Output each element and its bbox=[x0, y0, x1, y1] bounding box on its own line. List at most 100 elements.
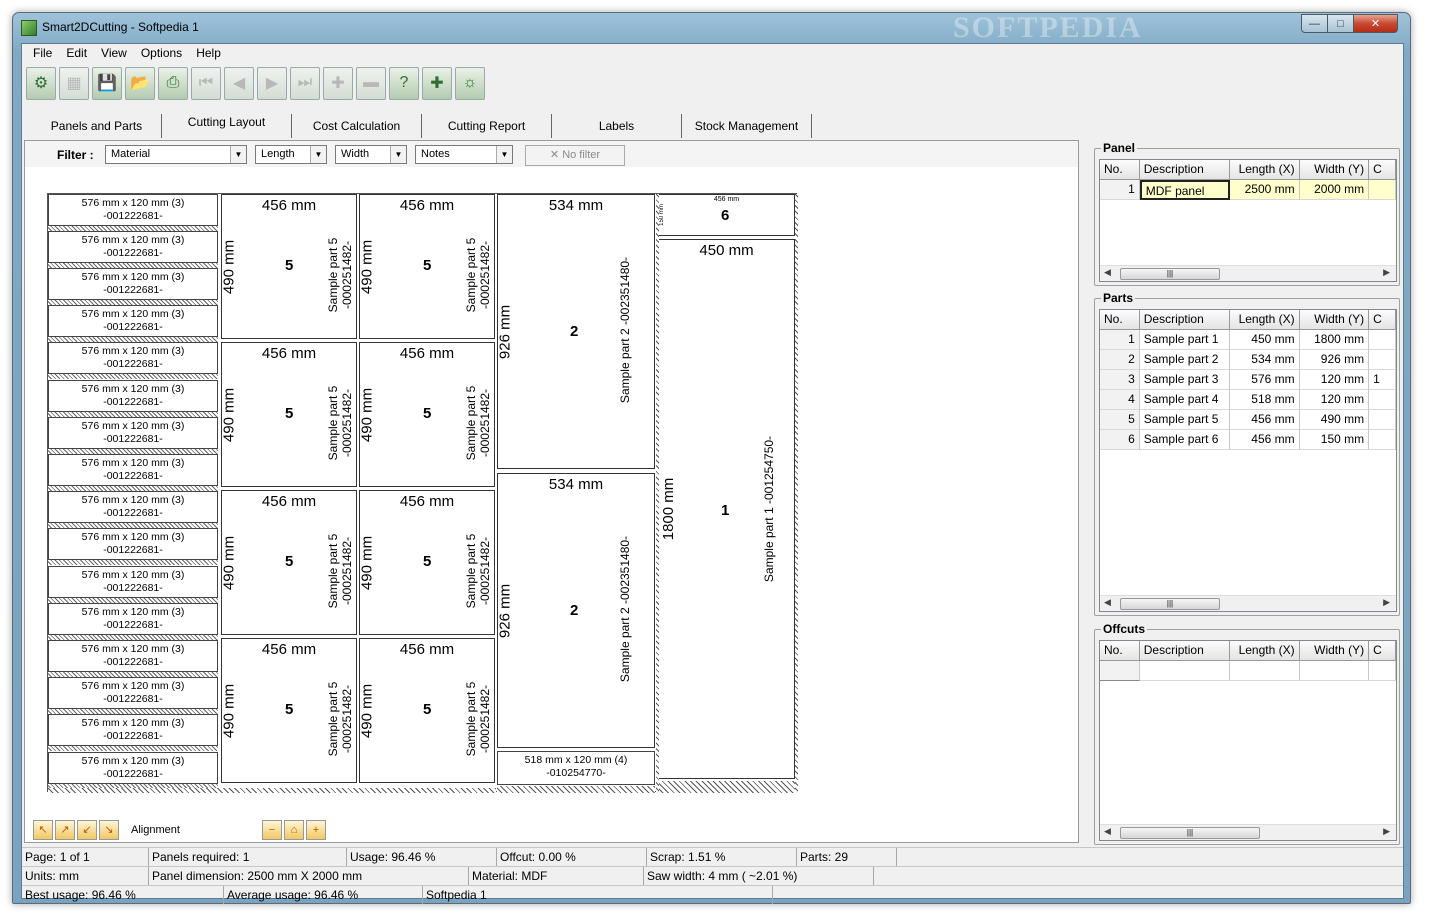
scroll-left-icon[interactable]: ◀ bbox=[1104, 826, 1111, 837]
table-cell[interactable]: 2 bbox=[1100, 350, 1140, 370]
table-cell[interactable]: 120 mm bbox=[1299, 390, 1370, 410]
table-cell[interactable]: Sample part 1 bbox=[1139, 330, 1231, 350]
no-filter-button[interactable]: ✕ No filter bbox=[525, 145, 625, 166]
dropdown-arrow-icon[interactable]: ▼ bbox=[390, 146, 406, 163]
part-3-strip[interactable]: 576 mm x 120 mm (3) -001222681- bbox=[48, 305, 218, 337]
panel-table[interactable]: No. Description Length (X) Width (Y) C 1 MDF p… bbox=[1099, 159, 1397, 282]
align-left-icon[interactable]: ↖ bbox=[33, 820, 53, 840]
horizontal-scrollbar[interactable]: ◀ ||| ▶ bbox=[1100, 595, 1396, 611]
align-top-icon[interactable]: ↙ bbox=[77, 820, 97, 840]
part-3-strip[interactable]: 576 mm x 120 mm (3) -001222681- bbox=[48, 640, 218, 672]
column-header[interactable]: No. bbox=[1100, 310, 1140, 330]
print-icon[interactable]: ⎙ bbox=[158, 66, 188, 100]
table-row[interactable]: 6 Sample part 6 456 mm 150 mm bbox=[1100, 430, 1396, 450]
parts-table[interactable]: No. Description Length (X) Width (Y) C 1 Sampl… bbox=[1099, 309, 1397, 612]
first-page-icon[interactable]: ⏮ bbox=[191, 66, 221, 100]
scroll-right-icon[interactable]: ▶ bbox=[1383, 826, 1390, 837]
horizontal-scrollbar[interactable]: ◀ ||| ▶ bbox=[1100, 265, 1396, 281]
column-header[interactable]: Description bbox=[1139, 641, 1231, 661]
horizontal-scrollbar[interactable]: ◀ ||| ▶ bbox=[1100, 824, 1396, 840]
part-6-block[interactable]: 456 mm 150 mm 6 bbox=[658, 194, 795, 236]
part-3-strip[interactable]: 576 mm x 120 mm (3) -001222681- bbox=[48, 231, 218, 263]
part-3-strip[interactable]: 576 mm x 120 mm (3) -001222681- bbox=[48, 677, 218, 709]
title-bar[interactable]: Smart2DCutting - Softpedia 1 SOFTPEDIA —… bbox=[13, 11, 1410, 44]
column-header[interactable]: Description bbox=[1139, 310, 1231, 330]
zoom-out-icon[interactable]: − bbox=[261, 820, 282, 840]
align-right-icon[interactable]: ↗ bbox=[55, 820, 75, 840]
part-3-strip[interactable]: 576 mm x 120 mm (3) -001222681- bbox=[48, 417, 218, 449]
scroll-right-icon[interactable]: ▶ bbox=[1383, 597, 1390, 608]
table-row[interactable]: 5 Sample part 5 456 mm 490 mm bbox=[1100, 410, 1396, 430]
part-3-strip[interactable]: 576 mm x 120 mm (3) -001222681- bbox=[48, 714, 218, 746]
table-cell[interactable]: 926 mm bbox=[1299, 350, 1370, 370]
last-page-icon[interactable]: ⏭ bbox=[290, 66, 320, 100]
about-icon[interactable]: ☼ bbox=[455, 66, 485, 100]
part-3-strip[interactable]: 576 mm x 120 mm (3) -001222681- bbox=[48, 380, 218, 412]
previous-page-icon[interactable]: ◀ bbox=[224, 66, 254, 100]
zoom-in-icon[interactable]: + bbox=[305, 820, 326, 840]
column-header[interactable]: C bbox=[1369, 160, 1396, 180]
table-cell[interactable]: 3 bbox=[1100, 370, 1140, 390]
align-bottom-icon[interactable]: ↘ bbox=[99, 820, 119, 840]
part-3-strip[interactable]: 576 mm x 120 mm (3) -001222681- bbox=[48, 528, 218, 560]
part-5-block[interactable]: 456 mm 490 mm 5 Sample part 5 -000251482- bbox=[221, 490, 357, 635]
table-cell[interactable]: 456 mm bbox=[1230, 410, 1300, 430]
part-5-block[interactable]: 456 mm 490 mm 5 Sample part 5 -000251482- bbox=[221, 638, 357, 783]
help-icon[interactable]: ? bbox=[389, 66, 419, 100]
table-cell[interactable]: 490 mm bbox=[1299, 410, 1370, 430]
table-cell[interactable]: 534 mm bbox=[1230, 350, 1300, 370]
column-header[interactable]: Width (Y) bbox=[1299, 641, 1370, 661]
table-row[interactable]: 1 MDF panel 2500 mm 2000 mm bbox=[1100, 180, 1396, 200]
scroll-right-icon[interactable]: ▶ bbox=[1383, 267, 1390, 278]
tab-cutting-report[interactable]: Cutting Report bbox=[422, 114, 552, 138]
scroll-thumb[interactable]: ||| bbox=[1120, 598, 1220, 610]
column-header[interactable]: C bbox=[1369, 310, 1396, 330]
length-filter-select[interactable]: Length ▼ bbox=[255, 145, 327, 164]
next-page-icon[interactable]: ▶ bbox=[257, 66, 287, 100]
part-5-block[interactable]: 456 mm 490 mm 5 Sample part 5 -000251482- bbox=[221, 194, 357, 339]
table-cell[interactable] bbox=[1139, 661, 1231, 681]
fit-view-icon[interactable]: ⌂ bbox=[283, 820, 304, 840]
minimize-button[interactable]: — bbox=[1301, 14, 1328, 33]
table-cell[interactable]: 450 mm bbox=[1230, 330, 1300, 350]
part-5-block[interactable]: 456 mm 490 mm 5 Sample part 5 -000251482- bbox=[359, 342, 495, 487]
table-cell[interactable] bbox=[1369, 350, 1396, 370]
part-3-strip[interactable]: 576 mm x 120 mm (3) -001222681- bbox=[48, 491, 218, 523]
table-cell[interactable] bbox=[1299, 661, 1370, 681]
scroll-thumb[interactable]: ||| bbox=[1120, 827, 1260, 839]
table-cell[interactable]: 6 bbox=[1100, 430, 1140, 450]
table-cell[interactable]: 518 mm bbox=[1230, 390, 1300, 410]
save-icon[interactable]: 💾 bbox=[92, 66, 122, 100]
part-3-strip[interactable]: 576 mm x 120 mm (3) -001222681- bbox=[48, 268, 218, 300]
table-cell[interactable]: Sample part 2 bbox=[1139, 350, 1231, 370]
width-filter-select[interactable]: Width ▼ bbox=[335, 145, 407, 164]
part-5-block[interactable]: 456 mm 490 mm 5 Sample part 5 -000251482- bbox=[221, 342, 357, 487]
tab-cutting-layout[interactable]: Cutting Layout bbox=[162, 114, 292, 138]
menu-options[interactable]: Options bbox=[134, 44, 189, 64]
menu-view[interactable]: View bbox=[94, 44, 134, 64]
part-5-block[interactable]: 456 mm 490 mm 5 Sample part 5 -000251482- bbox=[359, 638, 495, 783]
dropdown-arrow-icon[interactable]: ▼ bbox=[230, 146, 246, 163]
empty-new-row[interactable] bbox=[1100, 661, 1396, 681]
table-cell[interactable] bbox=[1369, 661, 1396, 681]
tab-stock-management[interactable]: Stock Management bbox=[682, 114, 812, 138]
column-header[interactable]: Length (X) bbox=[1230, 310, 1300, 330]
tab-panels-and-parts[interactable]: Panels and Parts bbox=[32, 114, 162, 138]
panel-view-icon[interactable]: ▦ bbox=[59, 66, 89, 100]
table-cell[interactable] bbox=[1230, 661, 1300, 681]
column-header[interactable]: Width (Y) bbox=[1299, 310, 1370, 330]
part-2-block[interactable]: 534 mm 926 mm 2 Sample part 2 -002351480- bbox=[497, 194, 655, 469]
menu-edit[interactable]: Edit bbox=[59, 44, 94, 64]
table-cell[interactable]: 150 mm bbox=[1299, 430, 1370, 450]
table-cell[interactable]: Sample part 3 bbox=[1139, 370, 1231, 390]
table-cell[interactable] bbox=[1369, 180, 1396, 200]
table-cell[interactable]: 456 mm bbox=[1230, 430, 1300, 450]
table-cell[interactable]: 1800 mm bbox=[1299, 330, 1370, 350]
column-header[interactable]: Width (Y) bbox=[1299, 160, 1370, 180]
table-cell[interactable] bbox=[1100, 661, 1140, 681]
table-cell[interactable]: 1 bbox=[1100, 330, 1140, 350]
part-3-strip[interactable]: 576 mm x 120 mm (3) -001222681- bbox=[48, 752, 218, 784]
table-cell[interactable] bbox=[1369, 410, 1396, 430]
column-header[interactable]: Length (X) bbox=[1230, 160, 1300, 180]
table-row[interactable]: 1 Sample part 1 450 mm 1800 mm bbox=[1100, 330, 1396, 350]
